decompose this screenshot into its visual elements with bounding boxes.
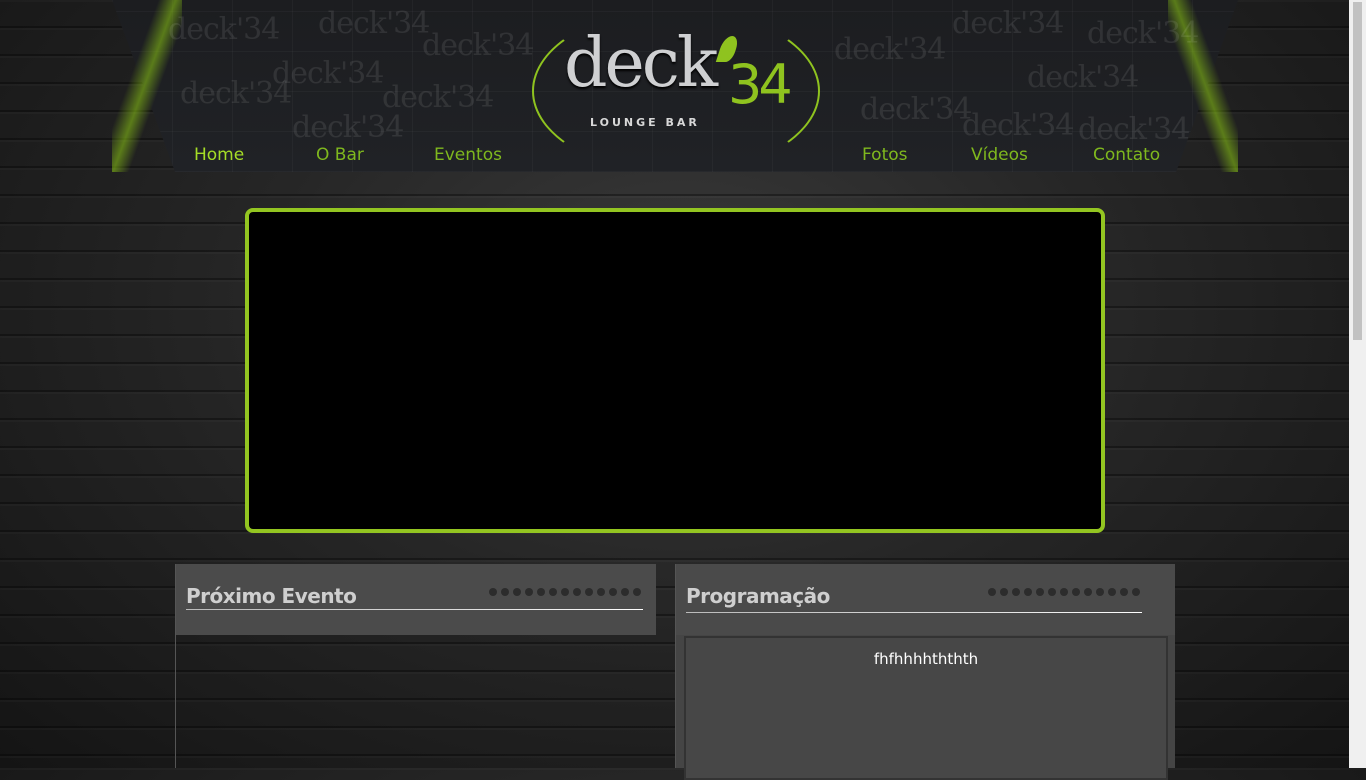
site-logo[interactable]: deck 34 LOUNGE BAR xyxy=(560,22,800,142)
logo-number: 34 xyxy=(728,53,793,116)
header-glow-left xyxy=(112,0,182,172)
nav-o-bar[interactable]: O Bar xyxy=(316,145,364,165)
schedule-header: Programação xyxy=(676,564,1175,635)
dots-decoration xyxy=(489,588,641,596)
schedule-title: Programação xyxy=(686,584,830,608)
title-underline xyxy=(686,612,1142,613)
nav-eventos[interactable]: Eventos xyxy=(434,145,502,165)
next-event-header: Próximo Evento xyxy=(176,564,656,635)
schedule-text: fhfhhhhththth xyxy=(873,650,979,668)
nav-videos[interactable]: Vídeos xyxy=(971,145,1028,165)
nav-fotos[interactable]: Fotos xyxy=(862,145,908,165)
logo-word: deck xyxy=(564,24,718,103)
schedule-content: fhfhhhhththth xyxy=(684,636,1168,780)
next-event-title: Próximo Evento xyxy=(186,584,357,608)
banner-slideshow[interactable] xyxy=(245,208,1105,533)
schedule-panel: Programação fhfhhhhththth xyxy=(675,564,1175,780)
page-scrollbar[interactable] xyxy=(1349,0,1366,768)
dots-decoration xyxy=(988,588,1140,596)
logo-tagline: LOUNGE BAR xyxy=(590,116,700,129)
scrollbar-thumb[interactable] xyxy=(1353,2,1362,340)
header-glow-right xyxy=(1168,0,1238,172)
nav-contato[interactable]: Contato xyxy=(1093,145,1160,165)
site-header: deck'34 deck'34 deck'34 deck'34 deck'34 … xyxy=(112,0,1238,174)
title-underline xyxy=(186,609,643,610)
nav-home[interactable]: Home xyxy=(194,145,244,165)
next-event-panel: Próximo Evento xyxy=(175,564,656,768)
